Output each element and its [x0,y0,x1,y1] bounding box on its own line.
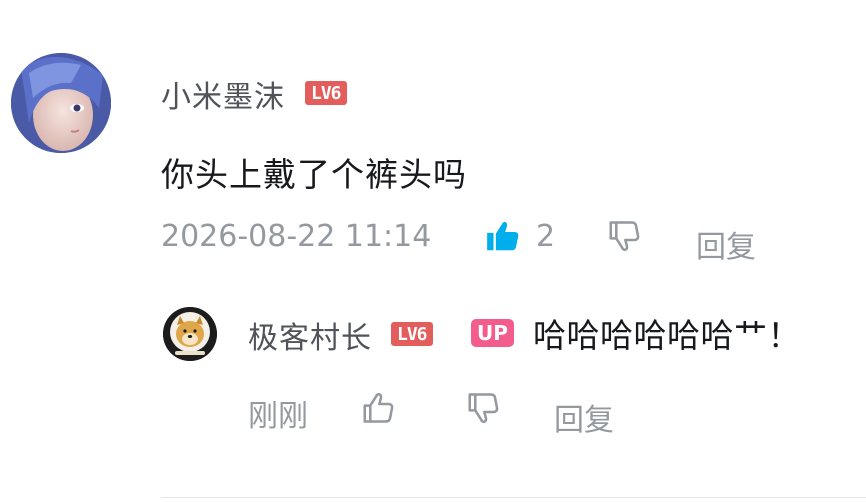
divider [161,497,866,498]
reply-button[interactable]: 回复 [696,222,756,266]
thumbs-up-icon[interactable] [484,217,522,255]
comment-text: 你头上戴了个裤头吗 [161,155,467,194]
doge-avatar-icon [163,307,217,361]
thumbs-down-icon[interactable] [606,217,644,255]
level-badge: LV6 [305,81,347,105]
like-count: 2 [536,219,556,254]
anime-avatar-icon [11,53,111,153]
reply-username[interactable]: 极客村长 [248,313,372,357]
avatar[interactable] [11,53,111,153]
thumbs-down-icon[interactable] [465,389,503,427]
level-badge: LV6 [391,322,433,346]
reply-text: 哈哈哈哈哈哈艹！ [533,316,801,355]
reply-timestamp: 刚刚 [248,399,308,434]
reply-button[interactable]: 回复 [554,395,614,439]
avatar[interactable] [163,307,217,361]
comment-timestamp: 2026-08-22 11:14 [161,219,432,254]
thumbs-up-icon[interactable] [360,389,398,427]
comment-username[interactable]: 小米墨沫 [161,72,285,116]
up-badge: UP [471,319,514,347]
